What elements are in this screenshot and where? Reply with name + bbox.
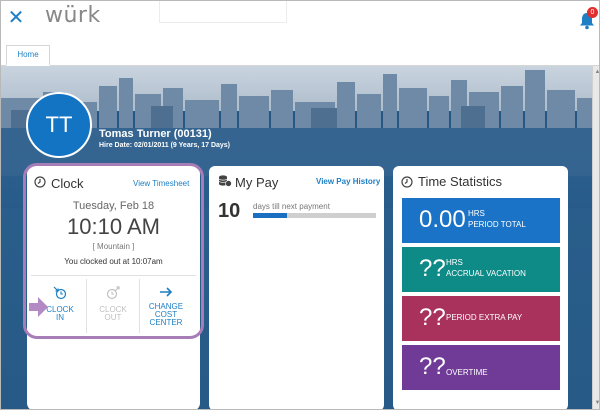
app-logo: würk <box>45 3 101 28</box>
stat-label: PERIOD EXTRA PAY <box>446 313 523 322</box>
time-statistics-title: Time Statistics <box>418 174 503 189</box>
stat-value: ?? <box>419 255 446 282</box>
clock-divider <box>31 275 196 276</box>
days-till-payment-count: 10 <box>218 200 241 222</box>
clock-out-button[interactable]: CLOCK OUT <box>87 277 139 335</box>
app-window: ✕ würk 0 Home ▲ ▼ TT Tomas Turner (00131… <box>0 0 600 410</box>
clock-date: Tuesday, Feb 18 <box>72 200 155 212</box>
clock-out-icon <box>106 286 120 300</box>
avatar: TT <box>26 92 92 158</box>
stat-label: ACCRUAL VACATION <box>446 269 526 278</box>
scroll-down-arrow-icon[interactable]: ▼ <box>594 399 599 407</box>
tab-bar: Home <box>1 37 599 66</box>
user-name: Tomas Turner (00131) <box>99 128 212 140</box>
vertical-scrollbar[interactable]: ▲ ▼ <box>592 66 599 409</box>
scroll-up-arrow-icon[interactable]: ▲ <box>594 68 599 76</box>
stat-period-total[interactable]: 0.00 HRS PERIOD TOTAL <box>402 198 560 243</box>
pay-progress-fill <box>253 213 288 218</box>
close-icon[interactable]: ✕ <box>7 7 25 29</box>
stat-period-extra-pay[interactable]: ?? PERIOD EXTRA PAY <box>402 296 560 341</box>
view-timesheet-link[interactable]: View Timesheet <box>133 179 189 188</box>
stat-value: 0.00 <box>419 206 466 233</box>
stat-label: PERIOD TOTAL <box>468 220 526 229</box>
stat-value: ?? <box>419 353 446 380</box>
notification-badge: 0 <box>587 7 598 18</box>
tab-home[interactable]: Home <box>6 45 50 66</box>
days-till-payment-label: days till next payment <box>253 202 330 211</box>
clock-out-label-2: OUT <box>104 313 122 322</box>
view-pay-history-link[interactable]: View Pay History <box>316 177 380 186</box>
pointer-arrow-icon <box>29 297 48 317</box>
clock-icon <box>401 176 413 188</box>
stat-unit: HRS <box>446 258 463 267</box>
my-pay-title: My Pay <box>235 175 279 190</box>
change-cost-center-label-3: CENTER <box>149 318 183 327</box>
stat-label: OVERTIME <box>446 368 488 377</box>
clock-time: 10:10 AM <box>67 214 160 239</box>
coins-icon <box>218 175 232 187</box>
clock-status: You clocked out at 10:07am <box>64 257 163 266</box>
stat-accrual-vacation[interactable]: ?? HRS ACCRUAL VACATION <box>402 247 560 292</box>
stat-overtime[interactable]: ?? OVERTIME <box>402 345 560 390</box>
clock-title: Clock <box>51 176 84 191</box>
arrow-right-icon <box>160 287 173 297</box>
change-cost-center-button[interactable]: CHANGE COST CENTER <box>140 277 192 335</box>
clock-in-icon <box>53 286 67 300</box>
clock-timezone: [ Mountain ] <box>92 242 135 251</box>
top-bar: ✕ würk <box>1 1 599 37</box>
stat-unit: HRS <box>468 209 485 218</box>
clock-icon <box>34 176 46 188</box>
stat-value: ?? <box>419 304 446 331</box>
pay-progress-bar <box>253 213 376 218</box>
top-search-box[interactable] <box>159 1 287 23</box>
hire-date: Hire Date: 02/01/2011 (9 Years, 17 Days) <box>99 142 231 149</box>
